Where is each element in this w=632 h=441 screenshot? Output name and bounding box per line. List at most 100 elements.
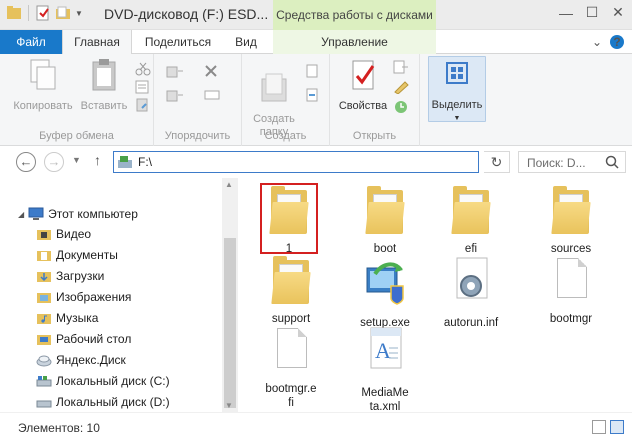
details-view-icon[interactable] [592, 420, 606, 434]
new-item-icon[interactable] [304, 64, 322, 78]
file-name: boot [373, 243, 397, 255]
scrollbar-thumb[interactable] [224, 238, 236, 408]
nav-label: Видео [56, 227, 92, 241]
nav-video[interactable]: Видео [36, 224, 91, 244]
qat-dropdown-icon[interactable]: ▼ [75, 9, 83, 18]
tab-manage[interactable]: Управление [273, 30, 436, 54]
file-item-bootmgr-efi[interactable]: bootmgr.efi [254, 326, 328, 410]
scroll-up-icon[interactable]: ▲ [225, 180, 233, 189]
clipboard-small-buttons [134, 62, 152, 112]
scroll-down-icon[interactable]: ▼ [225, 401, 233, 410]
dvd-drive-icon [118, 156, 132, 168]
file-item-folder-sources[interactable]: sources [534, 186, 608, 256]
back-arrow-icon: ← [19, 154, 33, 169]
nav-music[interactable]: Музыка [36, 308, 98, 328]
file-item-autorun-inf[interactable]: autorun.inf [434, 256, 508, 330]
history-icon[interactable] [392, 100, 410, 114]
open-icon[interactable] [392, 60, 410, 74]
file-item-folder-1[interactable]: 1 [252, 186, 326, 256]
cut-icon[interactable] [134, 62, 152, 76]
refresh-button[interactable]: ↻ [484, 151, 510, 173]
file-item-setup-exe[interactable]: setup.exe [348, 256, 422, 330]
local-disk-icon [36, 376, 52, 387]
group-select: Выделить ▼ [420, 54, 494, 146]
up-button[interactable]: ↑ [94, 152, 101, 168]
file-name: bootmgr.efi [265, 383, 317, 409]
nav-label: Загрузки [56, 269, 105, 283]
new-folder-qat-icon[interactable] [55, 5, 71, 21]
pictures-folder-icon [37, 293, 51, 303]
nav-local-disk-d[interactable]: Локальный диск (D:) [36, 392, 170, 412]
close-icon[interactable]: ✕ [610, 4, 626, 21]
nav-local-disk-c[interactable]: Локальный диск (C:) [36, 371, 170, 391]
copy-button[interactable]: Копировать [10, 58, 76, 113]
file-item-folder-boot[interactable]: boot [348, 186, 422, 256]
nav-pictures[interactable]: Изображения [36, 287, 131, 307]
paste-icon [92, 59, 116, 91]
address-path: F:\ [138, 155, 152, 169]
nav-yandex-disk[interactable]: Яндекс.Диск [36, 350, 126, 370]
edit-icon[interactable] [392, 80, 410, 94]
search-icon [605, 155, 619, 169]
easy-access-icon[interactable] [304, 88, 322, 102]
paste-button[interactable]: Вставить [76, 58, 132, 113]
file-list: 1 boot efi sources support setup.exe aut… [238, 178, 632, 414]
create-small-buttons [304, 64, 322, 102]
disk-tools-context-header: Средства работы с дисками [273, 0, 436, 30]
refresh-icon: ↻ [490, 154, 503, 170]
tab-home[interactable]: Главная [62, 30, 132, 55]
yandex-disk-icon [36, 355, 52, 367]
file-item-folder-efi[interactable]: efi [434, 186, 508, 256]
file-item-mediameta-xml[interactable]: A MediaMeta.xml [348, 326, 422, 414]
file-item-bootmgr[interactable]: bootmgr [534, 256, 608, 326]
nav-pane-scrollbar[interactable]: ▲ ▼ [222, 178, 238, 412]
forward-button[interactable]: → [44, 152, 64, 172]
clipboard-group-label: Буфер обмена [39, 130, 114, 142]
nav-downloads[interactable]: Загрузки [36, 266, 104, 286]
organize-col-2 [204, 64, 222, 102]
large-icons-view-icon[interactable] [610, 420, 624, 434]
nav-label: Рабочий стол [56, 332, 132, 346]
copy-path-icon[interactable] [134, 80, 152, 94]
minimize-icon[interactable]: — [558, 5, 574, 21]
properties-qat-icon[interactable] [35, 5, 51, 21]
help-icon[interactable]: ? [610, 35, 624, 49]
group-organize: Упорядочить [154, 54, 242, 146]
nav-label: Изображения [56, 290, 132, 304]
rename-icon[interactable] [204, 88, 222, 102]
properties-icon [352, 60, 375, 90]
tab-view[interactable]: Вид [224, 30, 268, 54]
nav-this-pc[interactable]: ◢ Этот компьютер [18, 204, 138, 224]
back-button[interactable]: ← [16, 152, 36, 172]
ribbon-collapse-icon[interactable]: ⌄ [592, 35, 602, 49]
folder-icon [267, 256, 315, 308]
nav-label: Этот компьютер [48, 207, 138, 221]
group-create: Создать папку Создать [242, 54, 330, 146]
move-to-icon[interactable] [166, 64, 184, 78]
organize-col-1 [166, 64, 184, 102]
properties-button[interactable]: Свойства [334, 58, 392, 113]
expand-icon[interactable]: ◢ [18, 210, 24, 219]
nav-documents[interactable]: Документы [36, 245, 118, 265]
file-item-folder-support[interactable]: support [254, 256, 328, 326]
address-bar[interactable]: F:\ [113, 151, 479, 173]
downloads-folder-icon [37, 272, 51, 282]
select-button[interactable]: Выделить ▼ [428, 56, 486, 122]
paste-shortcut-icon[interactable] [134, 98, 152, 112]
computer-icon [28, 207, 44, 220]
tab-share[interactable]: Поделиться [138, 30, 218, 54]
video-folder-icon [37, 230, 51, 240]
tab-file[interactable]: Файл [0, 30, 62, 54]
search-box[interactable]: Поиск: D... [518, 151, 626, 173]
view-switcher [592, 420, 624, 434]
nav-desktop[interactable]: Рабочий стол [36, 329, 131, 349]
explorer-icon[interactable] [6, 5, 22, 21]
delete-icon[interactable] [204, 64, 222, 78]
folder-icon [361, 186, 409, 238]
recent-locations-dropdown-icon[interactable]: ▼ [72, 155, 81, 165]
maximize-icon[interactable]: ☐ [584, 4, 600, 21]
group-clipboard: Копировать Вставить Буфер обмена [0, 54, 154, 146]
select-label: Выделить [431, 99, 483, 111]
copy-to-icon[interactable] [166, 88, 184, 102]
nav-label: Яндекс.Диск [56, 353, 126, 367]
